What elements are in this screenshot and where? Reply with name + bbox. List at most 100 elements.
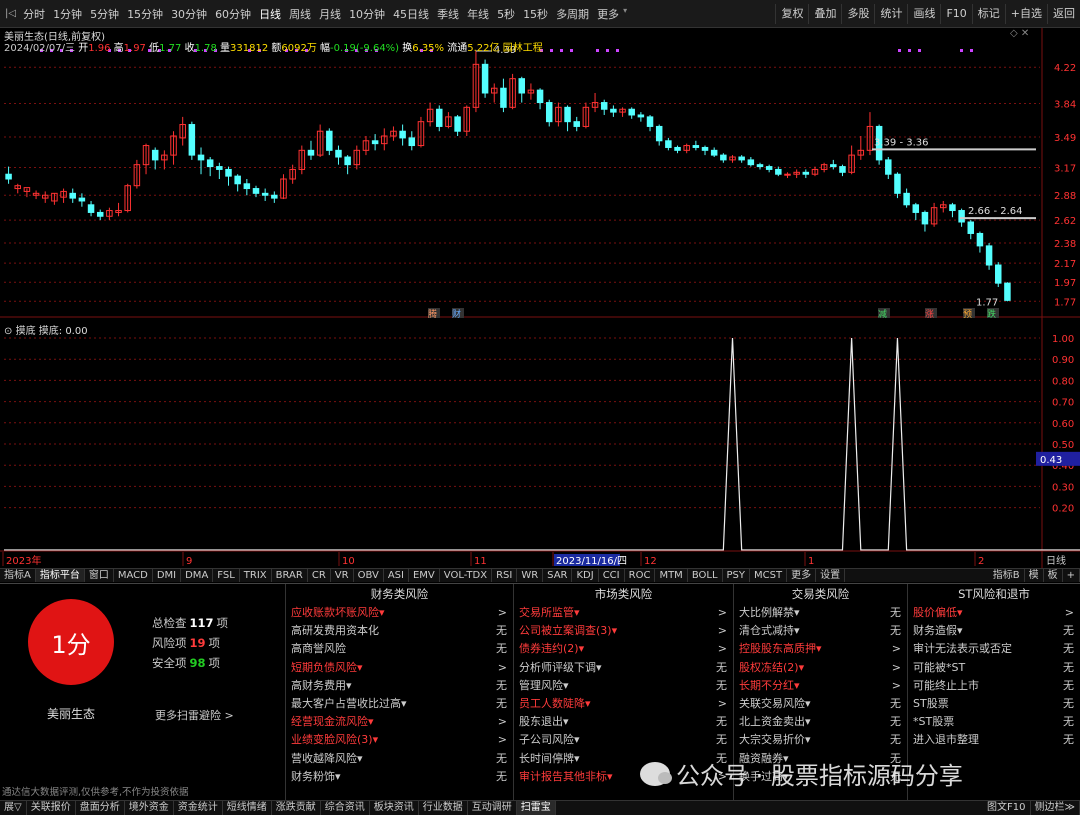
indicator-collapse-icon[interactable]: ⊙ bbox=[4, 326, 12, 337]
period-tab-2[interactable]: 5分钟 bbox=[86, 6, 123, 22]
indicator-tab-12[interactable]: ASI bbox=[384, 569, 409, 582]
toolbar-button-4[interactable]: 画线 bbox=[907, 4, 940, 24]
bottom-tab-7[interactable]: 综合资讯 bbox=[321, 801, 370, 815]
indicator-tab-10[interactable]: VR bbox=[331, 569, 354, 582]
indicator-tab-18[interactable]: KDJ bbox=[572, 569, 599, 582]
indicator-tab-2[interactable]: 窗口 bbox=[85, 569, 114, 582]
bottom-tab-2[interactable]: 盘面分析 bbox=[76, 801, 125, 815]
risk-item[interactable]: 交易所监管▾ > bbox=[514, 604, 733, 622]
indicator-tab-24[interactable]: MCST bbox=[750, 569, 788, 582]
sector-link[interactable]: 园林工程 bbox=[503, 43, 543, 54]
risk-item[interactable]: 财务造假▾ 无 bbox=[908, 622, 1080, 640]
period-tab-8[interactable]: 月线 bbox=[315, 6, 345, 22]
indicator-right-tab-2[interactable]: 板 bbox=[1044, 569, 1063, 582]
toolbar-button-1[interactable]: 叠加 bbox=[808, 4, 841, 24]
indicator-tab-17[interactable]: SAR bbox=[543, 569, 573, 582]
indicator-tab-4[interactable]: DMI bbox=[153, 569, 182, 582]
risk-item[interactable]: 员工人数陡降▾ > bbox=[514, 695, 733, 713]
period-tab-13[interactable]: 5秒 bbox=[493, 6, 519, 22]
indicator-right-tab-0[interactable]: 指标B bbox=[989, 569, 1025, 582]
period-tab-1[interactable]: 1分钟 bbox=[49, 6, 86, 22]
risk-item[interactable]: *ST股票 无 bbox=[908, 713, 1080, 731]
risk-item[interactable]: 财务粉饰▾ 无 bbox=[286, 768, 513, 786]
indicator-tab-19[interactable]: CCI bbox=[599, 569, 625, 582]
chart-settings-icons[interactable]: ◇ ✕ bbox=[1010, 28, 1029, 39]
indicator-right-tab-3[interactable]: + bbox=[1063, 569, 1080, 582]
indicator-tab-23[interactable]: PSY bbox=[723, 569, 751, 582]
period-tab-3[interactable]: 15分钟 bbox=[123, 6, 167, 22]
indicator-tab-7[interactable]: TRIX bbox=[240, 569, 272, 582]
risk-item[interactable]: ST股票 无 bbox=[908, 695, 1080, 713]
more-scan-link[interactable]: 更多扫雷避险 > bbox=[155, 707, 234, 723]
risk-item[interactable]: 控股股东高质押▾ > bbox=[734, 640, 907, 658]
toolbar-button-7[interactable]: +自选 bbox=[1004, 4, 1047, 24]
risk-item[interactable]: 公司被立案调查(3)▾ > bbox=[514, 622, 733, 640]
period-tab-15[interactable]: 多周期 bbox=[552, 6, 593, 22]
risk-item[interactable]: 审计无法表示或否定 无 bbox=[908, 640, 1080, 658]
risk-item[interactable]: 关联交易风险▾ 无 bbox=[734, 695, 907, 713]
bottom-right-tab-1[interactable]: 侧边栏≫ bbox=[1031, 801, 1080, 815]
toolbar-button-8[interactable]: 返回 bbox=[1047, 4, 1080, 24]
risk-item[interactable]: 最大客户占营收比过高▾ 无 bbox=[286, 695, 513, 713]
risk-item[interactable]: 高研发费用资本化 无 bbox=[286, 622, 513, 640]
risk-item[interactable]: 应收账款坏账风险▾ > bbox=[286, 604, 513, 622]
indicator-tab-22[interactable]: BOLL bbox=[688, 569, 723, 582]
indicator-tab-3[interactable]: MACD bbox=[114, 569, 153, 582]
indicator-tab-13[interactable]: EMV bbox=[409, 569, 440, 582]
risk-item[interactable]: 进入退市整理 无 bbox=[908, 731, 1080, 749]
toolbar-button-0[interactable]: 复权 bbox=[775, 4, 808, 24]
indicator-tab-11[interactable]: OBV bbox=[354, 569, 384, 582]
toolbar-button-2[interactable]: 多股 bbox=[841, 4, 874, 24]
bottom-tab-10[interactable]: 互动调研 bbox=[468, 801, 517, 815]
period-tab-11[interactable]: 季线 bbox=[433, 6, 463, 22]
toolbar-button-3[interactable]: 统计 bbox=[874, 4, 907, 24]
risk-item[interactable]: 北上资金卖出▾ 无 bbox=[734, 713, 907, 731]
risk-item[interactable]: 分析师评级下调▾ 无 bbox=[514, 659, 733, 677]
main-kline-chart[interactable]: 4.22 3.84 3.49 3.17 2.88 2.62 2.38 2.17 1.97 1.77… bbox=[0, 28, 1080, 318]
risk-item[interactable]: 经营现金流风险▾ > bbox=[286, 713, 513, 731]
bottom-right-tab-0[interactable]: 图文F10 bbox=[983, 801, 1031, 815]
indicator-tab-16[interactable]: WR bbox=[517, 569, 544, 582]
period-tab-6[interactable]: 日线 bbox=[255, 6, 285, 22]
indicator-tab-6[interactable]: FSL bbox=[213, 569, 240, 582]
indicator-tab-21[interactable]: MTM bbox=[655, 569, 688, 582]
indicator-tab-15[interactable]: RSI bbox=[492, 569, 518, 582]
risk-item[interactable]: 大比例解禁▾ 无 bbox=[734, 604, 907, 622]
risk-item[interactable]: 短期负债风险▾ > bbox=[286, 659, 513, 677]
risk-item[interactable]: 股东退出▾ 无 bbox=[514, 713, 733, 731]
period-tab-10[interactable]: 45日线 bbox=[389, 6, 433, 22]
risk-item[interactable]: 可能终止上市 无 bbox=[908, 677, 1080, 695]
risk-item[interactable]: 高财务费用▾ 无 bbox=[286, 677, 513, 695]
indicator-tab-14[interactable]: VOL-TDX bbox=[440, 569, 493, 582]
toolbar-button-5[interactable]: F10 bbox=[940, 4, 971, 24]
risk-item[interactable]: 业绩变脸风险(3)▾ > bbox=[286, 731, 513, 749]
risk-item[interactable]: 高商誉风险 无 bbox=[286, 640, 513, 658]
risk-item[interactable]: 营收越降风险▾ 无 bbox=[286, 750, 513, 768]
indicator-right-tab-1[interactable]: 模 bbox=[1025, 569, 1044, 582]
risk-item[interactable]: 股权冻结(2)▾ > bbox=[734, 659, 907, 677]
toolbar-button-6[interactable]: 标记 bbox=[971, 4, 1005, 24]
indicator-tab-25[interactable]: 更多 bbox=[787, 569, 817, 582]
bottom-tab-0[interactable]: 展▽ bbox=[0, 801, 27, 815]
period-tab-4[interactable]: 30分钟 bbox=[167, 6, 211, 22]
risk-item[interactable]: 长期不分红▾ > bbox=[734, 677, 907, 695]
bottom-tab-5[interactable]: 短线情绪 bbox=[223, 801, 272, 815]
indicator-tab-8[interactable]: BRAR bbox=[272, 569, 308, 582]
risk-item[interactable]: 股价偏低▾ > bbox=[908, 604, 1080, 622]
indicator-tab-0[interactable]: 指标A bbox=[0, 569, 36, 582]
risk-item[interactable]: 大宗交易折价▾ 无 bbox=[734, 731, 907, 749]
bottom-tab-6[interactable]: 涨跌贡献 bbox=[272, 801, 321, 815]
indicator-tab-26[interactable]: 设置 bbox=[816, 569, 846, 582]
signal-indicator-chart[interactable]: 1.00 0.90 0.80 0.70 0.60 0.50 0.40 0.30 0.20 0.43… bbox=[0, 318, 1080, 568]
period-tab-9[interactable]: 10分钟 bbox=[345, 6, 389, 22]
risk-item[interactable]: 子公司风险▾ 无 bbox=[514, 731, 733, 749]
toolbar-collapse-icon[interactable]: |◁ bbox=[2, 8, 19, 19]
period-tab-0[interactable]: 分时 bbox=[19, 6, 49, 22]
indicator-tab-9[interactable]: CR bbox=[308, 569, 331, 582]
risk-item[interactable]: 可能被*ST 无 bbox=[908, 659, 1080, 677]
period-tab-5[interactable]: 60分钟 bbox=[211, 6, 255, 22]
bottom-tab-1[interactable]: 关联报价 bbox=[27, 801, 76, 815]
risk-item[interactable]: 管理风险▾ 无 bbox=[514, 677, 733, 695]
bottom-tab-3[interactable]: 境外资金 bbox=[125, 801, 174, 815]
indicator-tab-5[interactable]: DMA bbox=[181, 569, 214, 582]
